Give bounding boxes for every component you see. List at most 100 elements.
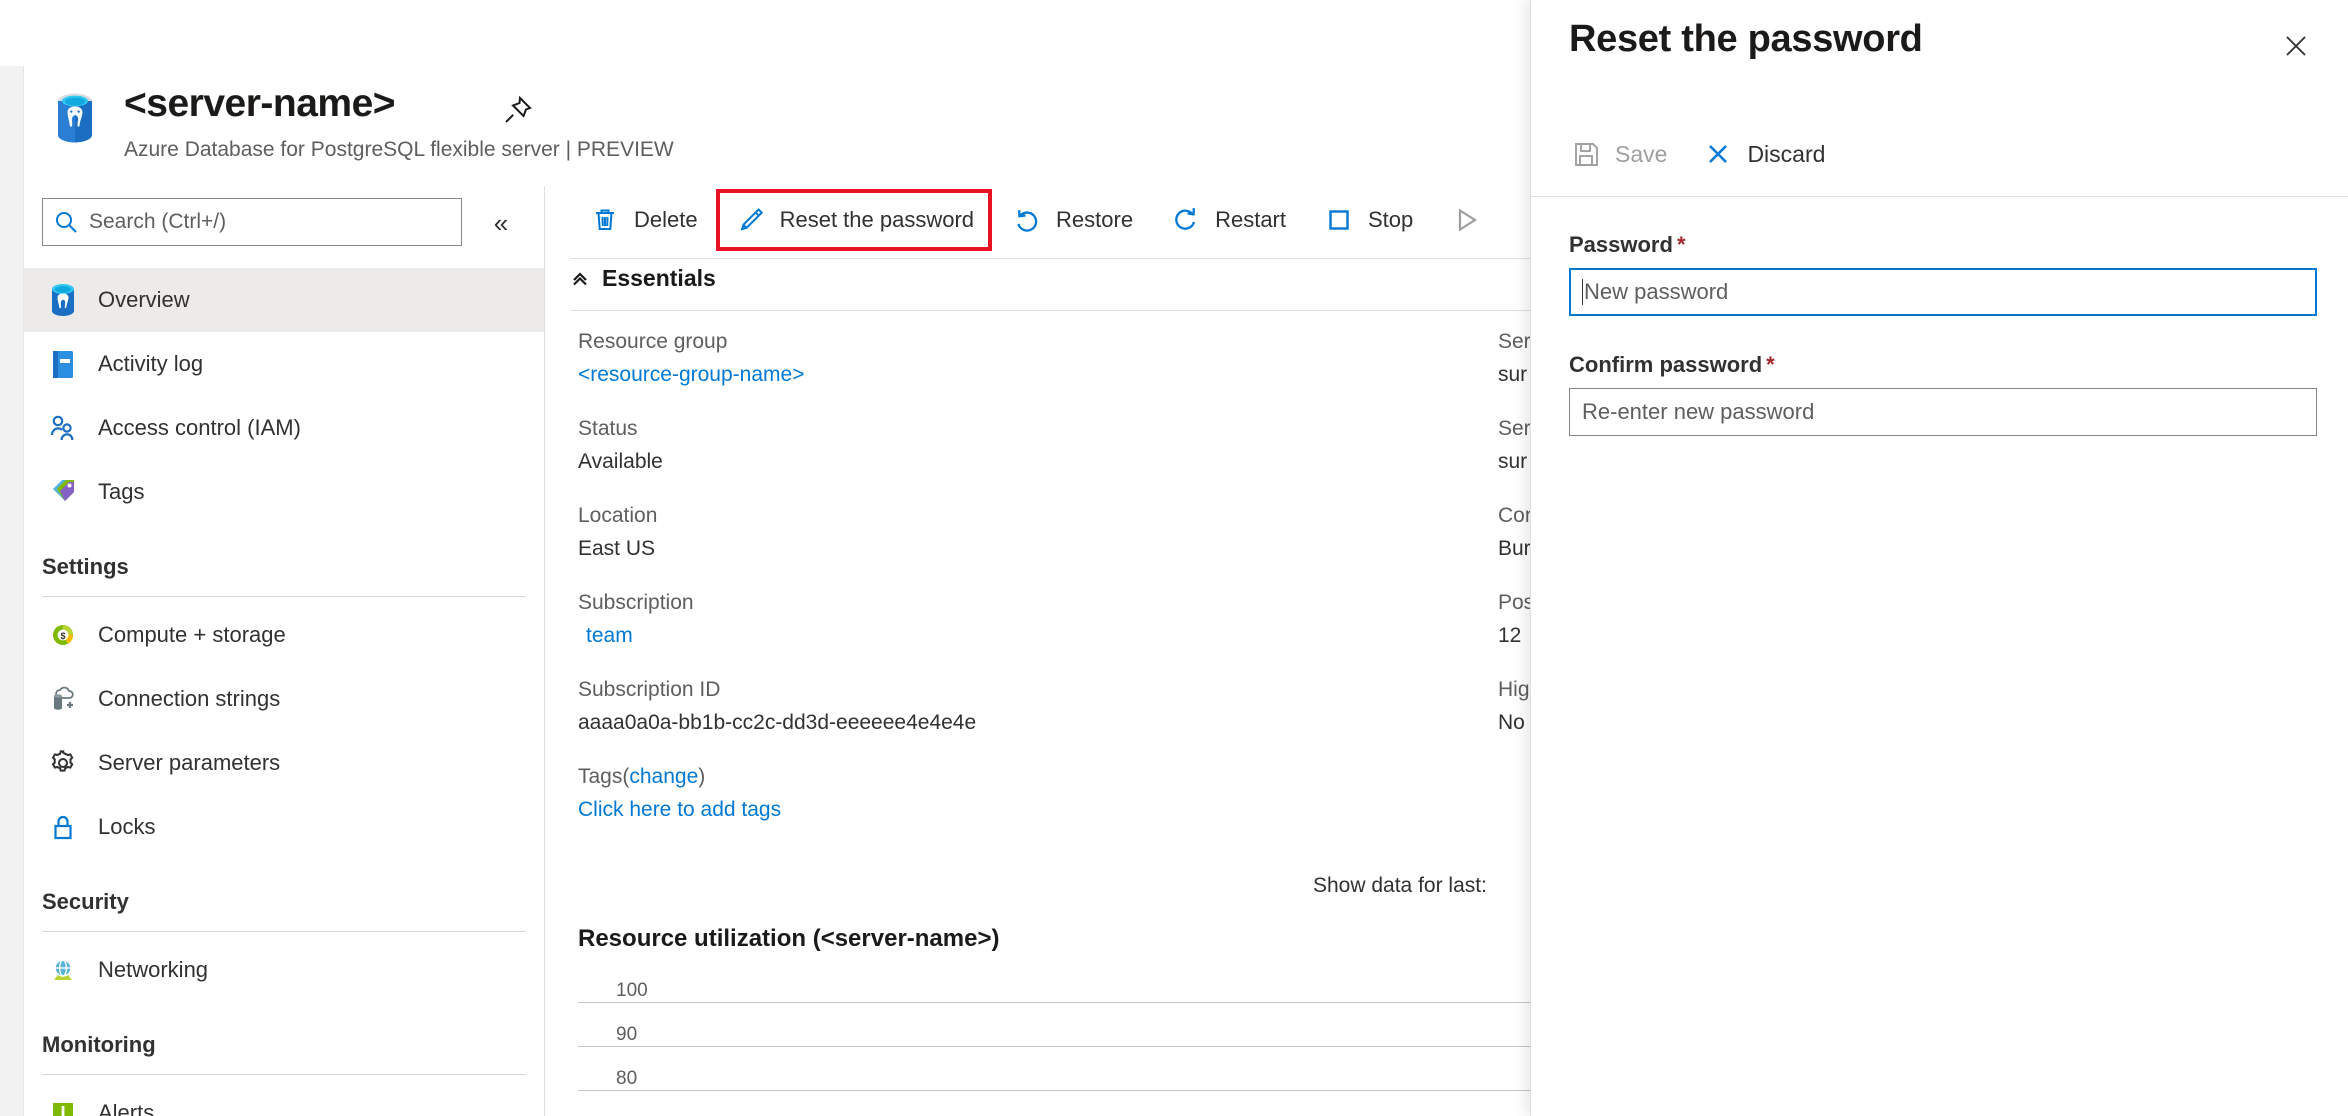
left-edge-strip-top <box>0 0 24 66</box>
sidebar-item-connection-strings[interactable]: Connection strings <box>24 667 544 731</box>
search-icon <box>43 199 89 245</box>
essentials-header[interactable]: Essentials <box>570 265 716 292</box>
chart-title: Resource utilization (<server-name>) <box>578 925 1000 952</box>
connection-strings-icon <box>42 678 84 720</box>
y-tick-label: 90 <box>616 1024 638 1045</box>
sidebar-item-server-parameters[interactable]: Server parameters <box>24 731 544 795</box>
panel-title: Reset the password <box>1569 18 1923 60</box>
tags-change-link[interactable]: change <box>629 765 698 788</box>
confirm-password-input[interactable]: Re-enter new password <box>1569 388 2317 436</box>
chevron-up-icon <box>570 269 590 289</box>
tags-key: Tags(change) <box>578 761 1478 794</box>
resource-group-link[interactable]: <resource-group-name> <box>578 359 1478 392</box>
postgresql-database-icon <box>52 92 98 144</box>
panel-command-label: Discard <box>1747 140 1826 167</box>
command-label: Restart <box>1215 207 1286 232</box>
stop-square-icon <box>1322 203 1356 237</box>
save-button[interactable]: Save <box>1569 126 1701 182</box>
sidebar-item-label: Alerts <box>98 1100 155 1116</box>
sidebar-item-label: Activity log <box>98 351 204 376</box>
restore-button[interactable]: Restore <box>992 188 1151 252</box>
location-value: East US <box>578 536 656 560</box>
postgresql-database-icon <box>42 279 84 321</box>
save-disk-icon <box>1569 137 1603 171</box>
alerts-icon <box>42 1092 84 1116</box>
reset-password-panel: Reset the password Save Discard Password… <box>1530 0 2348 1116</box>
password-placeholder: New password <box>1584 279 1729 304</box>
reset-the-password-button[interactable]: Reset the password <box>715 189 993 251</box>
discard-x-icon <box>1701 137 1735 171</box>
essentials-key: Subscription ID <box>578 678 721 702</box>
sidebar-item-label: Locks <box>98 814 156 839</box>
sidebar-item-alerts[interactable]: Alerts <box>24 1081 544 1116</box>
sidebar-group-title: Settings <box>42 554 129 579</box>
sidebar-item-overview[interactable]: Overview <box>24 268 544 332</box>
pin-icon[interactable] <box>502 94 534 126</box>
password-label-text: Password <box>1569 232 1673 257</box>
divider <box>42 931 526 932</box>
password-label: Password * <box>1569 232 2317 258</box>
panel-command-bar: Save Discard <box>1569 126 1859 182</box>
trash-icon <box>588 203 622 237</box>
required-marker: * <box>1766 352 1775 377</box>
start-triangle-icon <box>1449 203 1483 237</box>
sidebar-item-networking[interactable]: Networking <box>24 938 544 1002</box>
essentials-row-subscription-id: Subscription ID aaaa0a0a-bb1b-cc2c-dd3d-… <box>578 674 1478 739</box>
sidebar-group-settings: Settings <box>24 524 544 597</box>
sidebar-item-label: Server parameters <box>98 750 281 775</box>
search-input[interactable]: Search (Ctrl+/) <box>42 198 462 246</box>
sidebar-item-label: Connection strings <box>98 686 281 711</box>
networking-globe-icon <box>42 949 84 991</box>
gridline <box>578 1046 1533 1047</box>
left-edge-strip <box>0 0 24 1116</box>
gridline <box>578 1090 1533 1091</box>
stop-button[interactable]: Stop <box>1304 188 1431 252</box>
sidebar-item-compute-storage[interactable]: $ Compute + storage <box>24 603 544 667</box>
sidebar-item-label: Overview <box>98 287 190 312</box>
sidebar-nav: Overview Activity log Access control (IA… <box>24 268 544 1116</box>
sidebar-item-label: Networking <box>98 957 209 982</box>
y-tick-label: 80 <box>616 1068 638 1089</box>
sidebar-group-title: Security <box>42 889 129 914</box>
essentials-key: Resource group <box>578 330 728 353</box>
chevron-double-left-icon[interactable]: « <box>484 206 518 240</box>
pencil-icon <box>734 203 768 237</box>
restart-button[interactable]: Restart <box>1151 188 1304 252</box>
confirm-password-field-group: Confirm password * Re-enter new password <box>1569 352 2317 436</box>
sidebar-group-title: Monitoring <box>42 1032 156 1057</box>
subscription-link[interactable]: team <box>578 620 1478 653</box>
subscription-id-value: aaaa0a0a-bb1b-cc2c-dd3d-eeeeee4e4e4e <box>578 710 977 734</box>
discard-button[interactable]: Discard <box>1701 126 1859 182</box>
essentials-left-column: Resource group <resource-group-name> Sta… <box>578 326 1478 849</box>
add-tags-link[interactable]: Click here to add tags <box>578 794 1478 827</box>
svg-text:$: $ <box>60 631 65 641</box>
close-icon[interactable] <box>2274 24 2318 68</box>
required-marker: * <box>1676 232 1686 257</box>
delete-button[interactable]: Delete <box>570 188 716 252</box>
panel-divider <box>1531 196 2348 197</box>
essentials-row-subscription: Subscription team <box>578 587 1478 652</box>
sidebar-item-locks[interactable]: Locks <box>24 795 544 859</box>
command-label: Reset the password <box>779 207 975 232</box>
command-label: Delete <box>634 207 698 232</box>
command-bar: Delete Reset the password Restore Restar… <box>570 188 1513 252</box>
password-input[interactable]: New password <box>1569 268 2317 316</box>
divider <box>42 596 526 597</box>
sidebar-item-tags[interactable]: Tags <box>24 460 544 524</box>
essentials-key: Subscription <box>578 591 694 615</box>
divider <box>42 1074 526 1075</box>
sidebar-item-activity-log[interactable]: Activity log <box>24 332 544 396</box>
resource-utilization-chart: 100 90 80 <box>578 980 1533 1116</box>
restore-undo-icon <box>1010 203 1044 237</box>
search-placeholder: Search (Ctrl+/) <box>89 210 227 233</box>
lock-icon <box>42 806 84 848</box>
confirm-password-label: Confirm password * <box>1569 352 2317 378</box>
compute-storage-icon: $ <box>42 614 84 656</box>
sidebar-item-label: Access control (IAM) <box>98 415 301 440</box>
panel-command-label: Save <box>1615 140 1668 167</box>
sidebar-item-access-control[interactable]: Access control (IAM) <box>24 396 544 460</box>
sidebar-item-label: Compute + storage <box>98 622 286 647</box>
show-data-for-last-label: Show data for last: <box>1313 874 1487 897</box>
sidebar-item-label: Tags <box>98 479 145 504</box>
start-button[interactable] <box>1431 188 1513 252</box>
